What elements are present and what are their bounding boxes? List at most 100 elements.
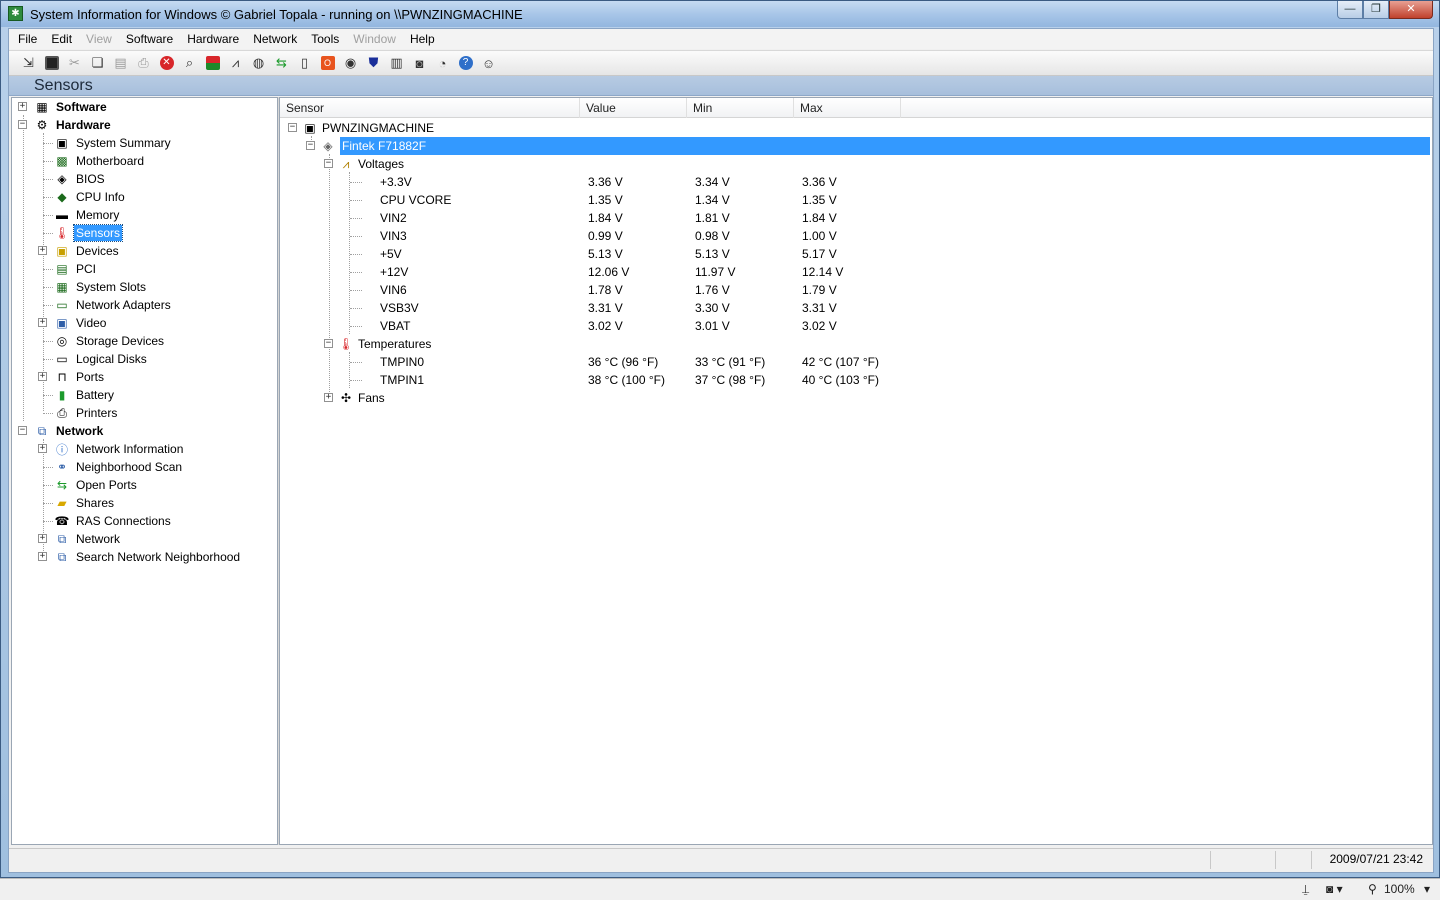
tree-item-pci[interactable]: ▤ PCI <box>54 260 98 278</box>
tree-item-printers[interactable]: ⎙ Printers <box>54 404 119 422</box>
menu-file[interactable]: File <box>11 29 44 49</box>
expand-devices-toggle[interactable]: + <box>38 246 47 255</box>
graph-icon[interactable]: ⩘ <box>224 53 247 73</box>
help-icon[interactable]: ? <box>454 53 477 73</box>
title-bar[interactable]: ✱ System Information for Windows © Gabri… <box>1 1 1439 27</box>
print-icon[interactable]: ⎙ <box>132 53 155 73</box>
temperature-row[interactable]: TMPIN1 38 °C (100 °F) 37 °C (98 °F) 40 °C (… <box>280 371 1432 389</box>
voltage-row[interactable]: VSB3V 3.31 V 3.30 V 3.31 V <box>280 299 1432 317</box>
fans-group-row[interactable]: + ✣ Fans <box>280 389 1432 407</box>
tree-item-ras-connections[interactable]: ☎ RAS Connections <box>54 512 173 530</box>
expand-video-toggle[interactable]: + <box>38 318 47 327</box>
chip-row[interactable]: − ◈ Fintek F71882F <box>280 137 1432 155</box>
voltage-row[interactable]: +12V 12.06 V 11.97 V 12.14 V <box>280 263 1432 281</box>
menu-window[interactable]: Window <box>346 29 403 49</box>
tree-item-cpu-info[interactable]: ◆ CPU Info <box>54 188 127 206</box>
document-icon[interactable]: ▯ <box>293 53 316 73</box>
menu-hardware[interactable]: Hardware <box>180 29 246 49</box>
zoom-icon[interactable]: ⚲ <box>1368 882 1377 896</box>
tree-item-system-summary[interactable]: ▣ System Summary <box>54 134 173 152</box>
tree-item-battery[interactable]: ▮ Battery <box>54 386 116 404</box>
machine-row[interactable]: − ▣ PWNZINGMACHINE <box>280 119 1432 137</box>
expand-fans-toggle[interactable]: + <box>324 393 333 402</box>
zoom-level[interactable]: 100% <box>1384 882 1415 896</box>
tree-item-sensors[interactable]: 🌡 Sensors <box>54 224 124 242</box>
collapse-temperatures-toggle[interactable]: − <box>324 339 333 348</box>
voltage-row[interactable]: +5V 5.13 V 5.13 V 5.17 V <box>280 245 1432 263</box>
tree-item-network-sub[interactable]: ⧉ Network <box>54 530 122 548</box>
chart-icon[interactable]: ◔ <box>431 53 454 73</box>
tree-item-shares[interactable]: ▰ Shares <box>54 494 116 512</box>
expand-search-network-toggle[interactable]: + <box>38 552 47 561</box>
shield-icon[interactable]: ⛊ <box>362 53 385 73</box>
expand-network-information-toggle[interactable]: + <box>38 444 47 453</box>
tree-item-memory[interactable]: ▬ Memory <box>54 206 121 224</box>
tree-item-storage-devices[interactable]: ◎ Storage Devices <box>54 332 166 350</box>
tree-item-bios[interactable]: ◈ BIOS <box>54 170 107 188</box>
tree-item-motherboard[interactable]: ▩ Motherboard <box>54 152 146 170</box>
tree-item-search-network-neighborhood[interactable]: ⧉ Search Network Neighborhood <box>54 548 242 566</box>
column-sensor[interactable]: Sensor <box>280 98 580 118</box>
collapse-voltages-toggle[interactable]: − <box>324 159 333 168</box>
tree-item-system-slots[interactable]: ▦ System Slots <box>54 278 148 296</box>
expand-network-sub-toggle[interactable]: + <box>38 534 47 543</box>
tree-item-network-information[interactable]: ⓘ Network Information <box>54 440 185 458</box>
voltage-row[interactable]: +3.3V 3.36 V 3.34 V 3.36 V <box>280 173 1432 191</box>
cut-icon[interactable]: ✂ <box>63 53 86 73</box>
tree-item-network[interactable]: ⧉ Network <box>34 422 105 440</box>
save-icon[interactable] <box>40 53 63 73</box>
menu-network[interactable]: Network <box>246 29 304 49</box>
power-icon[interactable]: O <box>316 53 339 73</box>
camera-icon[interactable]: ◙ ▾ <box>1326 882 1343 896</box>
tree-item-video[interactable]: ▣ Video <box>54 314 108 332</box>
tree-item-open-ports[interactable]: ⇆ Open Ports <box>54 476 139 494</box>
minimize-button[interactable]: — <box>1337 1 1363 19</box>
tree-item-neighborhood-scan[interactable]: ⚭ Neighborhood Scan <box>54 458 184 476</box>
menu-edit[interactable]: Edit <box>44 29 79 49</box>
tree-item-network-adapters[interactable]: ▭ Network Adapters <box>54 296 173 314</box>
collapse-chip-toggle[interactable]: − <box>306 141 315 150</box>
maximize-button[interactable]: ❐ <box>1363 1 1389 19</box>
expand-software-toggle[interactable]: + <box>18 102 27 111</box>
temperatures-group-row[interactable]: − 🌡 Temperatures <box>280 335 1432 353</box>
collapse-hardware-toggle[interactable]: − <box>18 120 27 129</box>
globe-icon[interactable]: ◍ <box>247 53 270 73</box>
column-min[interactable]: Min <box>687 98 794 118</box>
tools-icon[interactable]: ▥ <box>385 53 408 73</box>
disc-icon[interactable]: ◉ <box>339 53 362 73</box>
tree-item-hardware[interactable]: ⚙ Hardware <box>34 116 113 134</box>
exit-icon[interactable]: ⇲ <box>17 53 40 73</box>
menu-software[interactable]: Software <box>119 29 180 49</box>
voltage-row[interactable]: VIN3 0.99 V 0.98 V 1.00 V <box>280 227 1432 245</box>
tree-item-ports[interactable]: ⊓ Ports <box>54 368 106 386</box>
copy-icon[interactable]: ❏ <box>86 53 109 73</box>
zoom-dropdown-icon[interactable]: ▾ <box>1424 882 1430 896</box>
navigation-tree[interactable]: + ▦ Software − ⚙ Hardware ▣ System Summa… <box>11 97 278 845</box>
voltages-group-row[interactable]: − ⩘ Voltages <box>280 155 1432 173</box>
sensor-list[interactable]: Sensor Value Min Max − ▣ PWNZINGMACHINE <box>279 97 1433 845</box>
report-icon[interactable]: ⌕ <box>178 53 201 73</box>
app-icon[interactable]: ✱ <box>8 6 23 21</box>
tree-item-software[interactable]: ▦ Software <box>34 98 109 116</box>
pin-icon[interactable]: ⍊ <box>1302 882 1309 897</box>
temperature-row[interactable]: TMPIN0 36 °C (96 °F) 33 °C (91 °F) 42 °C (1… <box>280 353 1432 371</box>
about-icon[interactable]: ☺ <box>477 53 500 73</box>
refresh-icon[interactable]: ⇆ <box>270 53 293 73</box>
menu-view[interactable]: View <box>79 29 119 49</box>
voltage-row[interactable]: CPU VCORE 1.35 V 1.34 V 1.35 V <box>280 191 1432 209</box>
camera-icon[interactable]: ◙ <box>408 53 431 73</box>
voltage-row[interactable]: VIN2 1.84 V 1.81 V 1.84 V <box>280 209 1432 227</box>
voltage-row[interactable]: VIN6 1.78 V 1.76 V 1.79 V <box>280 281 1432 299</box>
close-button[interactable]: ✕ <box>1389 1 1433 19</box>
paste-icon[interactable]: ▤ <box>109 53 132 73</box>
stop-icon[interactable]: ✕ <box>155 53 178 73</box>
tree-item-devices[interactable]: ▣ Devices <box>54 242 121 260</box>
column-value[interactable]: Value <box>580 98 687 118</box>
menu-tools[interactable]: Tools <box>304 29 346 49</box>
expand-ports-toggle[interactable]: + <box>38 372 47 381</box>
tree-item-logical-disks[interactable]: ▭ Logical Disks <box>54 350 149 368</box>
collapse-network-toggle[interactable]: − <box>18 426 27 435</box>
voltage-row[interactable]: VBAT 3.02 V 3.01 V 3.02 V <box>280 317 1432 335</box>
column-max[interactable]: Max <box>794 98 901 118</box>
menu-help[interactable]: Help <box>403 29 442 49</box>
